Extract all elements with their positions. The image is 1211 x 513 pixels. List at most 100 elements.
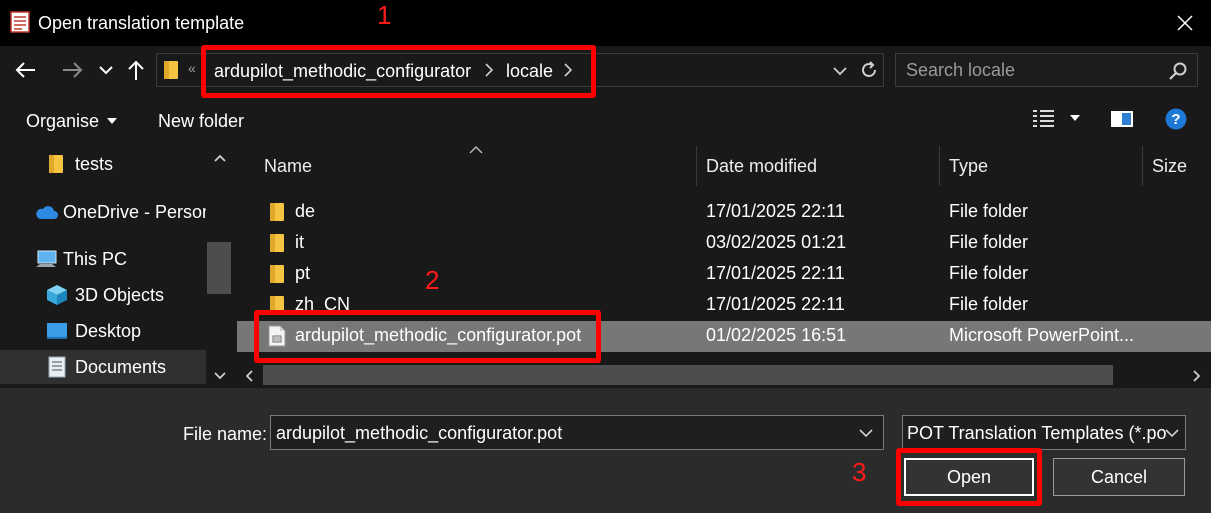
file-type: Microsoft PowerPoint... — [949, 325, 1135, 345]
file-row[interactable]: de 17/01/2025 22:11 File folder — [237, 197, 1211, 228]
app-icon — [10, 11, 30, 33]
nav-item-this-pc[interactable]: This PC — [34, 242, 127, 276]
caret-down-icon — [107, 118, 118, 124]
file-type-value: POT Translation Templates (*.po — [907, 423, 1167, 443]
file-date: 01/02/2025 16:51 — [706, 325, 847, 345]
address-dropdown-button[interactable] — [832, 64, 848, 82]
file-date: 17/01/2025 22:11 — [706, 201, 845, 221]
forward-button[interactable] — [58, 55, 86, 85]
file-date: 17/01/2025 22:11 — [706, 294, 845, 314]
file-type-select[interactable]: POT Translation Templates (*.po — [902, 415, 1186, 450]
column-header-size[interactable]: Size — [1152, 146, 1187, 186]
annotation-box-open — [896, 448, 1042, 506]
nav-item-desktop[interactable]: Desktop — [46, 314, 141, 348]
refresh-button[interactable] — [859, 60, 879, 85]
desktop-icon — [47, 323, 67, 339]
svg-text:?: ? — [1171, 111, 1180, 128]
help-button[interactable]: ? — [1165, 108, 1187, 135]
preview-pane-icon — [1111, 111, 1133, 127]
nav-scrollbar[interactable] — [206, 146, 232, 388]
chevron-down-icon — [99, 66, 113, 75]
3d-objects-icon — [47, 285, 67, 305]
close-button[interactable] — [1160, 4, 1210, 42]
nav-item-documents[interactable]: Documents — [0, 350, 206, 384]
computer-icon — [36, 250, 57, 267]
folder-icon — [270, 265, 284, 283]
nav-item-label: 3D Objects — [75, 285, 165, 305]
file-row[interactable]: pt 17/01/2025 22:11 File folder — [237, 259, 1211, 290]
file-date: 03/02/2025 01:21 — [706, 232, 847, 252]
view-options-button[interactable] — [1032, 108, 1080, 128]
scroll-right-icon[interactable] — [1193, 370, 1201, 382]
nav-item-label: This PC — [63, 249, 128, 269]
help-icon: ? — [1165, 108, 1187, 130]
file-type: File folder — [949, 294, 1029, 314]
folder-icon — [270, 234, 284, 252]
window-title: Open translation template — [38, 13, 245, 33]
documents-icon — [48, 356, 66, 378]
nav-item-label: tests — [75, 154, 114, 174]
file-row[interactable]: it 03/02/2025 01:21 File folder — [237, 228, 1211, 259]
preview-pane-button[interactable] — [1110, 109, 1134, 134]
new-folder-button[interactable]: New folder — [158, 110, 244, 132]
navigation-pane: tests OneDrive - Person This PC 3D Objec… — [0, 146, 233, 388]
horizontal-scrollbar[interactable] — [237, 362, 1211, 388]
breadcrumb-overflow-icon[interactable]: « — [188, 60, 196, 76]
scroll-left-icon[interactable] — [245, 370, 253, 382]
back-button[interactable] — [12, 55, 40, 85]
file-name-value: ardupilot_methodic_configurator.pot — [276, 423, 563, 443]
up-button[interactable] — [122, 55, 150, 85]
recent-locations-button[interactable] — [93, 55, 119, 85]
details-view-icon — [1033, 110, 1054, 127]
annotation-number: 2 — [425, 265, 440, 295]
nav-item-3d-objects[interactable]: 3D Objects — [46, 278, 164, 312]
search-icon — [1168, 61, 1188, 86]
nav-item-tests[interactable]: tests — [48, 147, 113, 181]
file-name-label: File name: — [183, 424, 268, 444]
file-type: File folder — [949, 201, 1029, 221]
onedrive-cloud-icon — [36, 206, 58, 219]
nav-item-label: Desktop — [75, 321, 142, 341]
close-icon — [1177, 15, 1193, 31]
annotation-box-address — [201, 45, 596, 98]
organise-label: Organise — [26, 111, 100, 131]
column-header-type[interactable]: Type — [949, 146, 988, 186]
chevron-down-icon[interactable] — [859, 429, 873, 438]
search-placeholder: Search locale — [906, 60, 1016, 80]
folder-icon — [49, 155, 63, 173]
annotation-number: 3 — [852, 457, 867, 487]
search-input[interactable]: Search locale — [895, 53, 1198, 87]
scroll-up-icon[interactable] — [214, 154, 226, 162]
nav-item-label: Documents — [75, 357, 167, 377]
annotation-box-file — [254, 310, 601, 363]
column-header-name[interactable]: Name — [264, 146, 312, 186]
refresh-icon — [862, 61, 876, 77]
scrollbar-thumb[interactable] — [263, 365, 1113, 385]
caret-down-icon — [1070, 115, 1080, 121]
file-name: de — [295, 201, 316, 221]
file-name: pt — [295, 263, 311, 283]
scrollbar-thumb[interactable] — [207, 242, 231, 294]
scroll-down-icon[interactable] — [214, 372, 226, 380]
chevron-down-icon — [833, 67, 847, 76]
column-divider[interactable] — [696, 146, 697, 186]
annotation-number: 1 — [377, 0, 392, 30]
sort-ascending-icon — [469, 146, 483, 154]
arrow-right-icon — [63, 62, 83, 78]
organise-button[interactable]: Organise — [26, 110, 118, 132]
column-header-date-modified[interactable]: Date modified — [706, 146, 817, 186]
file-date: 17/01/2025 22:11 — [706, 263, 845, 283]
column-divider[interactable] — [1142, 146, 1143, 186]
nav-item-label: OneDrive - Person — [63, 202, 213, 222]
cancel-button[interactable]: Cancel — [1053, 458, 1185, 496]
nav-item-onedrive[interactable]: OneDrive - Person — [34, 195, 212, 229]
arrow-left-icon — [15, 62, 35, 78]
file-name-combobox[interactable]: ardupilot_methodic_configurator.pot — [270, 415, 884, 450]
file-name: it — [295, 232, 304, 252]
chevron-down-icon — [1165, 429, 1179, 438]
folder-icon — [270, 203, 284, 221]
arrow-up-icon — [128, 60, 144, 80]
file-type: File folder — [949, 232, 1029, 252]
column-divider[interactable] — [939, 146, 940, 186]
file-type: File folder — [949, 263, 1029, 283]
